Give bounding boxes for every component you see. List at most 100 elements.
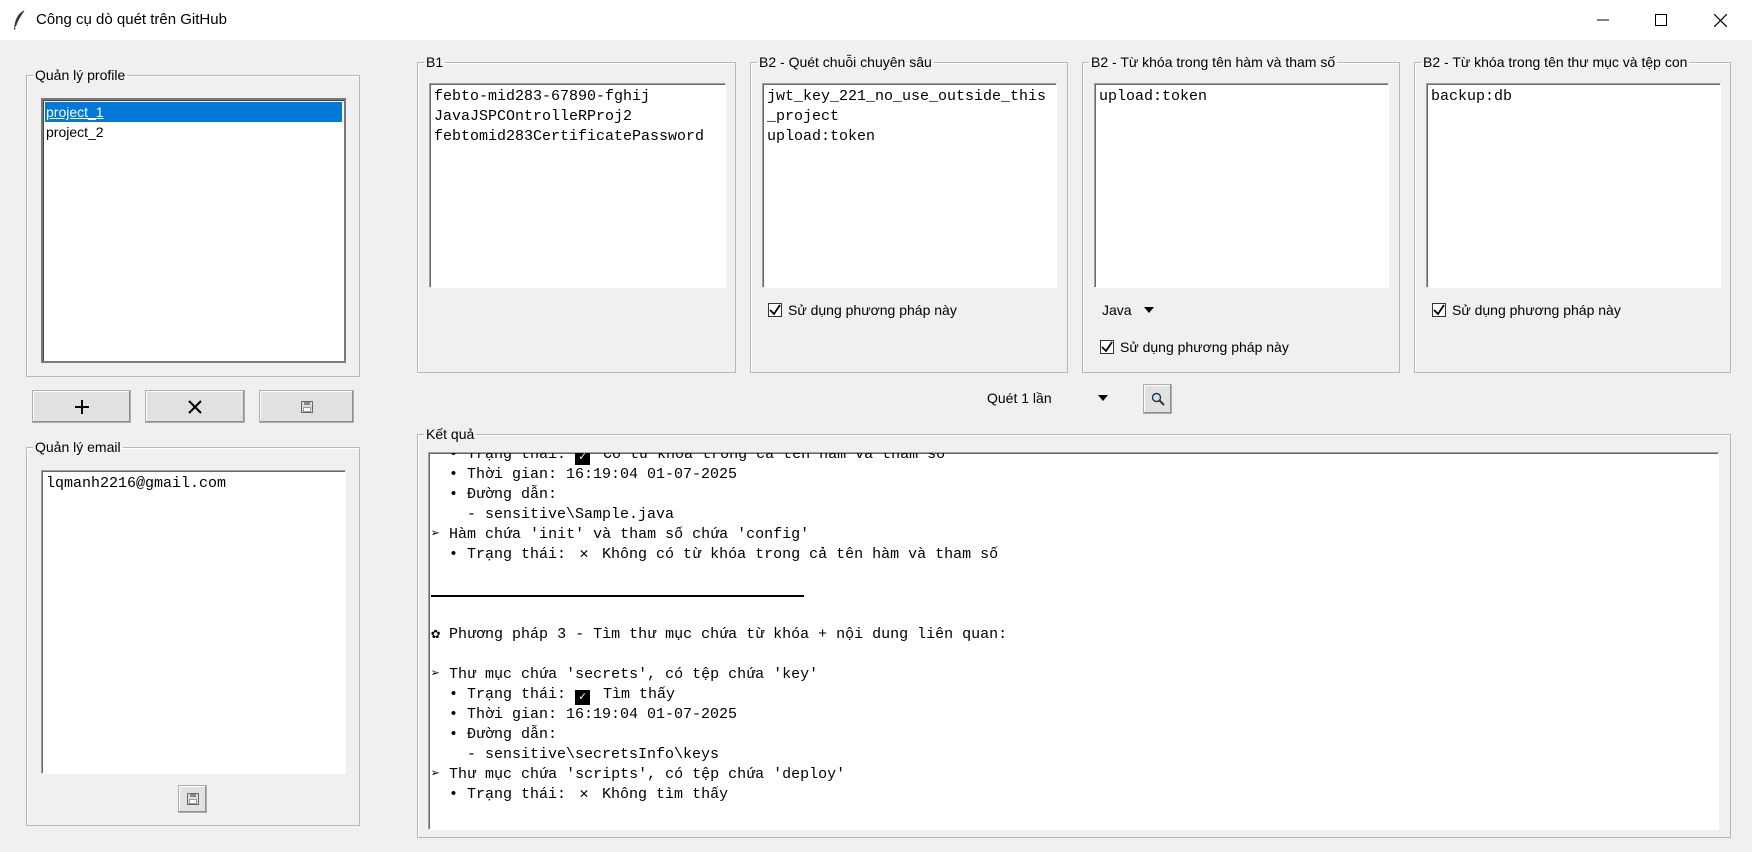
result-text: Thời gian: 16:19:04 01-07-2025 (467, 466, 738, 483)
profile-listbox[interactable]: project_1 project_2 (41, 98, 346, 363)
close-icon (188, 399, 202, 414)
result-line: ➢ Hàm chứa 'init' và tham số chứa 'confi… (431, 525, 1718, 545)
checkbox-check-icon (1100, 340, 1114, 354)
save-email-button[interactable] (178, 785, 207, 813)
result-text: sensitive\secretsInfo\keys (485, 746, 720, 763)
result-bullet: - (431, 506, 486, 523)
b2-function-checkbox-label: Sử dụng phương pháp này (1120, 339, 1289, 355)
profile-manager-label: Quản lý profile (35, 67, 126, 83)
profile-item-project-1[interactable]: project_1 (45, 102, 342, 122)
add-profile-button[interactable] (32, 390, 131, 423)
maximize-icon (1655, 14, 1667, 26)
email-manager-label: Quản lý email (35, 439, 121, 455)
result-bullet: ✿ (431, 626, 450, 643)
result-text: Thời gian: 16:19:04 01-07-2025 (467, 706, 738, 723)
profile-item-project-2[interactable]: project_2 (45, 122, 342, 142)
b2-folder-checkbox-label: Sử dụng phương pháp này (1452, 302, 1621, 318)
result-line (431, 605, 1718, 625)
results-label: Kết quả (426, 426, 475, 442)
cross-mark-icon: ✕ (579, 786, 589, 803)
result-bullet: • (431, 686, 468, 703)
result-text: Đường dẫn: (467, 726, 558, 743)
result-status-text: Không có từ khóa trong cả tên hàm và tha… (593, 546, 999, 563)
chevron-down-icon (1097, 395, 1108, 401)
result-divider (431, 585, 1718, 605)
result-line: • Trạng thái: ✕ Không tìm thấy (431, 785, 1718, 805)
result-line (431, 565, 1718, 585)
minimize-icon (1597, 19, 1609, 21)
result-line: • Thời gian: 16:19:04 01-07-2025 (431, 465, 1718, 485)
check-mark-icon: ✓ (575, 690, 591, 705)
scan-mode-dropdown[interactable]: Quét 1 lần (987, 390, 1108, 406)
result-line: • Đường dẫn: (431, 485, 1718, 505)
result-text: Hàm chứa 'init' và tham số chứa 'config' (449, 526, 810, 543)
b2-deep-scan-label: B2 - Quét chuỗi chuyên sâu (759, 54, 932, 70)
b2-function-checkbox[interactable]: Sử dụng phương pháp này (1100, 339, 1289, 355)
window-title: Công cụ dò quét trên GitHub (36, 11, 227, 28)
result-bullet: - (431, 746, 486, 763)
check-mark-icon: ✓ (575, 453, 591, 465)
result-text: Trạng thái: (467, 686, 576, 703)
b1-label: B1 (426, 54, 444, 70)
close-window-button[interactable] (1691, 0, 1749, 40)
email-textarea[interactable]: lqmanh2216@gmail.com (41, 470, 346, 774)
result-text: Trạng thái: (467, 452, 576, 463)
delete-profile-button[interactable] (145, 390, 245, 423)
result-bullet: • (431, 706, 468, 723)
results-content: • Trạng thái: ✓ Có từ khóa trong cả tên … (431, 452, 1718, 805)
b2-function-label: B2 - Từ khóa trong tên hàm và tham số (1091, 54, 1336, 70)
result-status-text: Tìm thấy (594, 686, 676, 703)
result-line (431, 645, 1718, 665)
b2-deep-scan-checkbox[interactable]: Sử dụng phương pháp này (768, 302, 957, 318)
result-bullet: • (431, 486, 468, 503)
result-line: ➢ Thư mục chứa 'scripts', có tệp chứa 'd… (431, 765, 1718, 785)
checkbox-check-icon (1432, 303, 1446, 317)
b2-folder-label: B2 - Từ khóa trong tên thư mục và tệp co… (1423, 54, 1688, 70)
result-bullet: • (431, 726, 468, 743)
b1-textarea[interactable]: febto-mid283-67890-fghij JavaJSPCOntroll… (429, 83, 726, 288)
result-status-text: Không tìm thấy (593, 786, 729, 803)
result-bullet: • (431, 452, 468, 463)
result-text: Thư mục chứa 'secrets', có tệp chứa 'key… (449, 666, 819, 683)
minimize-button[interactable] (1574, 0, 1632, 40)
save-profile-button[interactable] (259, 390, 354, 423)
search-button[interactable] (1143, 384, 1172, 414)
result-text: Đường dẫn: (467, 486, 558, 503)
cross-mark-icon: ✕ (579, 546, 589, 563)
result-line: - sensitive\Sample.java (431, 505, 1718, 525)
result-line: • Trạng thái: ✓ Có từ khóa trong cả tên … (431, 452, 1718, 465)
result-bullet: • (431, 786, 468, 803)
result-text: Trạng thái: (467, 546, 576, 563)
result-text: Phương pháp 3 - Tìm thư mục chứa từ khóa… (449, 626, 1008, 643)
language-dropdown[interactable]: Java (1102, 302, 1154, 318)
result-text: Trạng thái: (467, 786, 576, 803)
result-bullet: ➢ (431, 766, 450, 783)
result-text: Thư mục chứa 'scripts', có tệp chứa 'dep… (449, 766, 846, 783)
b2-folder-textarea[interactable]: backup:db (1426, 83, 1721, 288)
result-line: • Thời gian: 16:19:04 01-07-2025 (431, 705, 1718, 725)
results-textarea[interactable]: • Trạng thái: ✓ Có từ khóa trong cả tên … (428, 452, 1719, 830)
save-icon (300, 400, 313, 413)
result-line: • Trạng thái: ✕ Không có từ khóa trong c… (431, 545, 1718, 565)
close-icon (1713, 13, 1727, 27)
scan-mode-selected: Quét 1 lần (987, 390, 1052, 406)
result-status-text: Có từ khóa trong cả tên hàm và tham số (594, 452, 946, 463)
b2-folder-checkbox[interactable]: Sử dụng phương pháp này (1432, 302, 1621, 318)
result-line: ➢ Thư mục chứa 'secrets', có tệp chứa 'k… (431, 665, 1718, 685)
checkbox-check-icon (768, 303, 782, 317)
result-text: sensitive\Sample.java (485, 506, 675, 523)
result-line: • Đường dẫn: (431, 725, 1718, 745)
chevron-down-icon (1143, 307, 1154, 313)
b2-deep-scan-textarea[interactable]: jwt_key_221_no_use_outside_this_project … (762, 83, 1057, 288)
result-line: - sensitive\secretsInfo\keys (431, 745, 1718, 765)
maximize-button[interactable] (1632, 0, 1690, 40)
result-bullet: ➢ (431, 526, 450, 543)
b2-function-textarea[interactable]: upload:token (1094, 83, 1389, 288)
result-bullet: • (431, 546, 468, 563)
save-icon (186, 793, 199, 805)
b2-deep-scan-checkbox-label: Sử dụng phương pháp này (788, 302, 957, 318)
search-icon (1151, 392, 1165, 406)
feather-icon (14, 9, 26, 30)
result-bullet: • (431, 466, 468, 483)
result-line: ✿ Phương pháp 3 - Tìm thư mục chứa từ kh… (431, 625, 1718, 645)
